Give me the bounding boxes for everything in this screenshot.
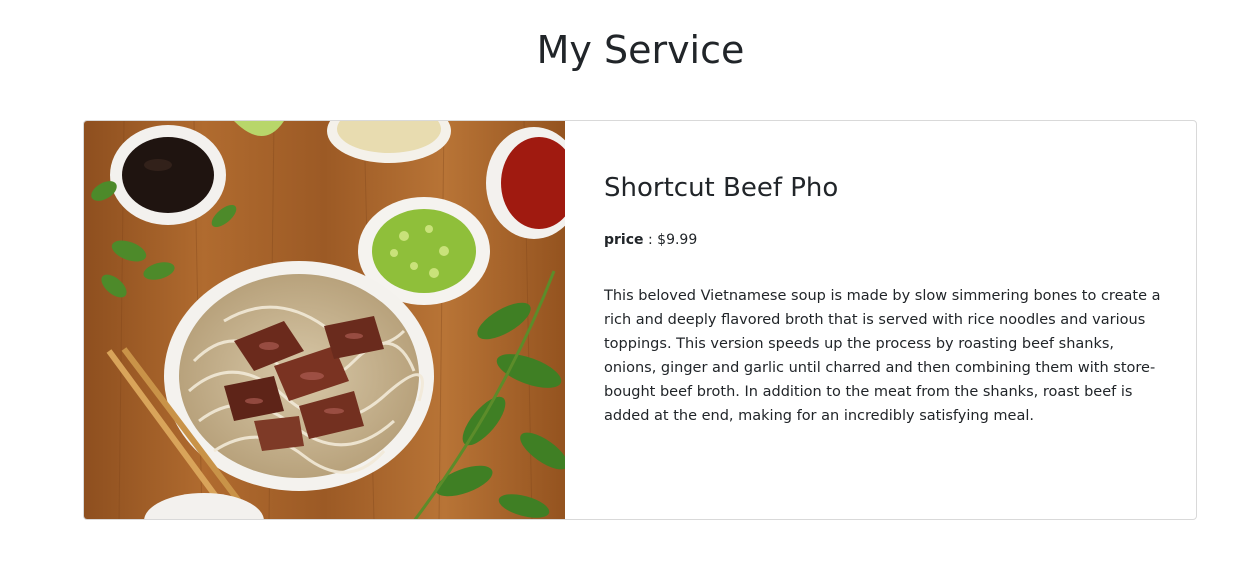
price-value: $9.99 bbox=[657, 232, 698, 248]
service-description: This beloved Vietnamese soup is made by … bbox=[604, 288, 1161, 424]
beef-pho-illustration bbox=[84, 121, 565, 519]
service-image bbox=[84, 121, 565, 519]
price-label: price bbox=[604, 232, 644, 248]
page-title: My Service bbox=[536, 28, 745, 72]
service-name: Shortcut Beef Pho bbox=[604, 173, 839, 203]
service-card: Shortcut Beef Pho price : $9.99 This bel… bbox=[83, 120, 1197, 520]
service-details: Shortcut Beef Pho price : $9.99 This bel… bbox=[604, 171, 1164, 428]
price-separator: : bbox=[643, 232, 658, 248]
price-line: price : $9.99 bbox=[604, 229, 1164, 251]
